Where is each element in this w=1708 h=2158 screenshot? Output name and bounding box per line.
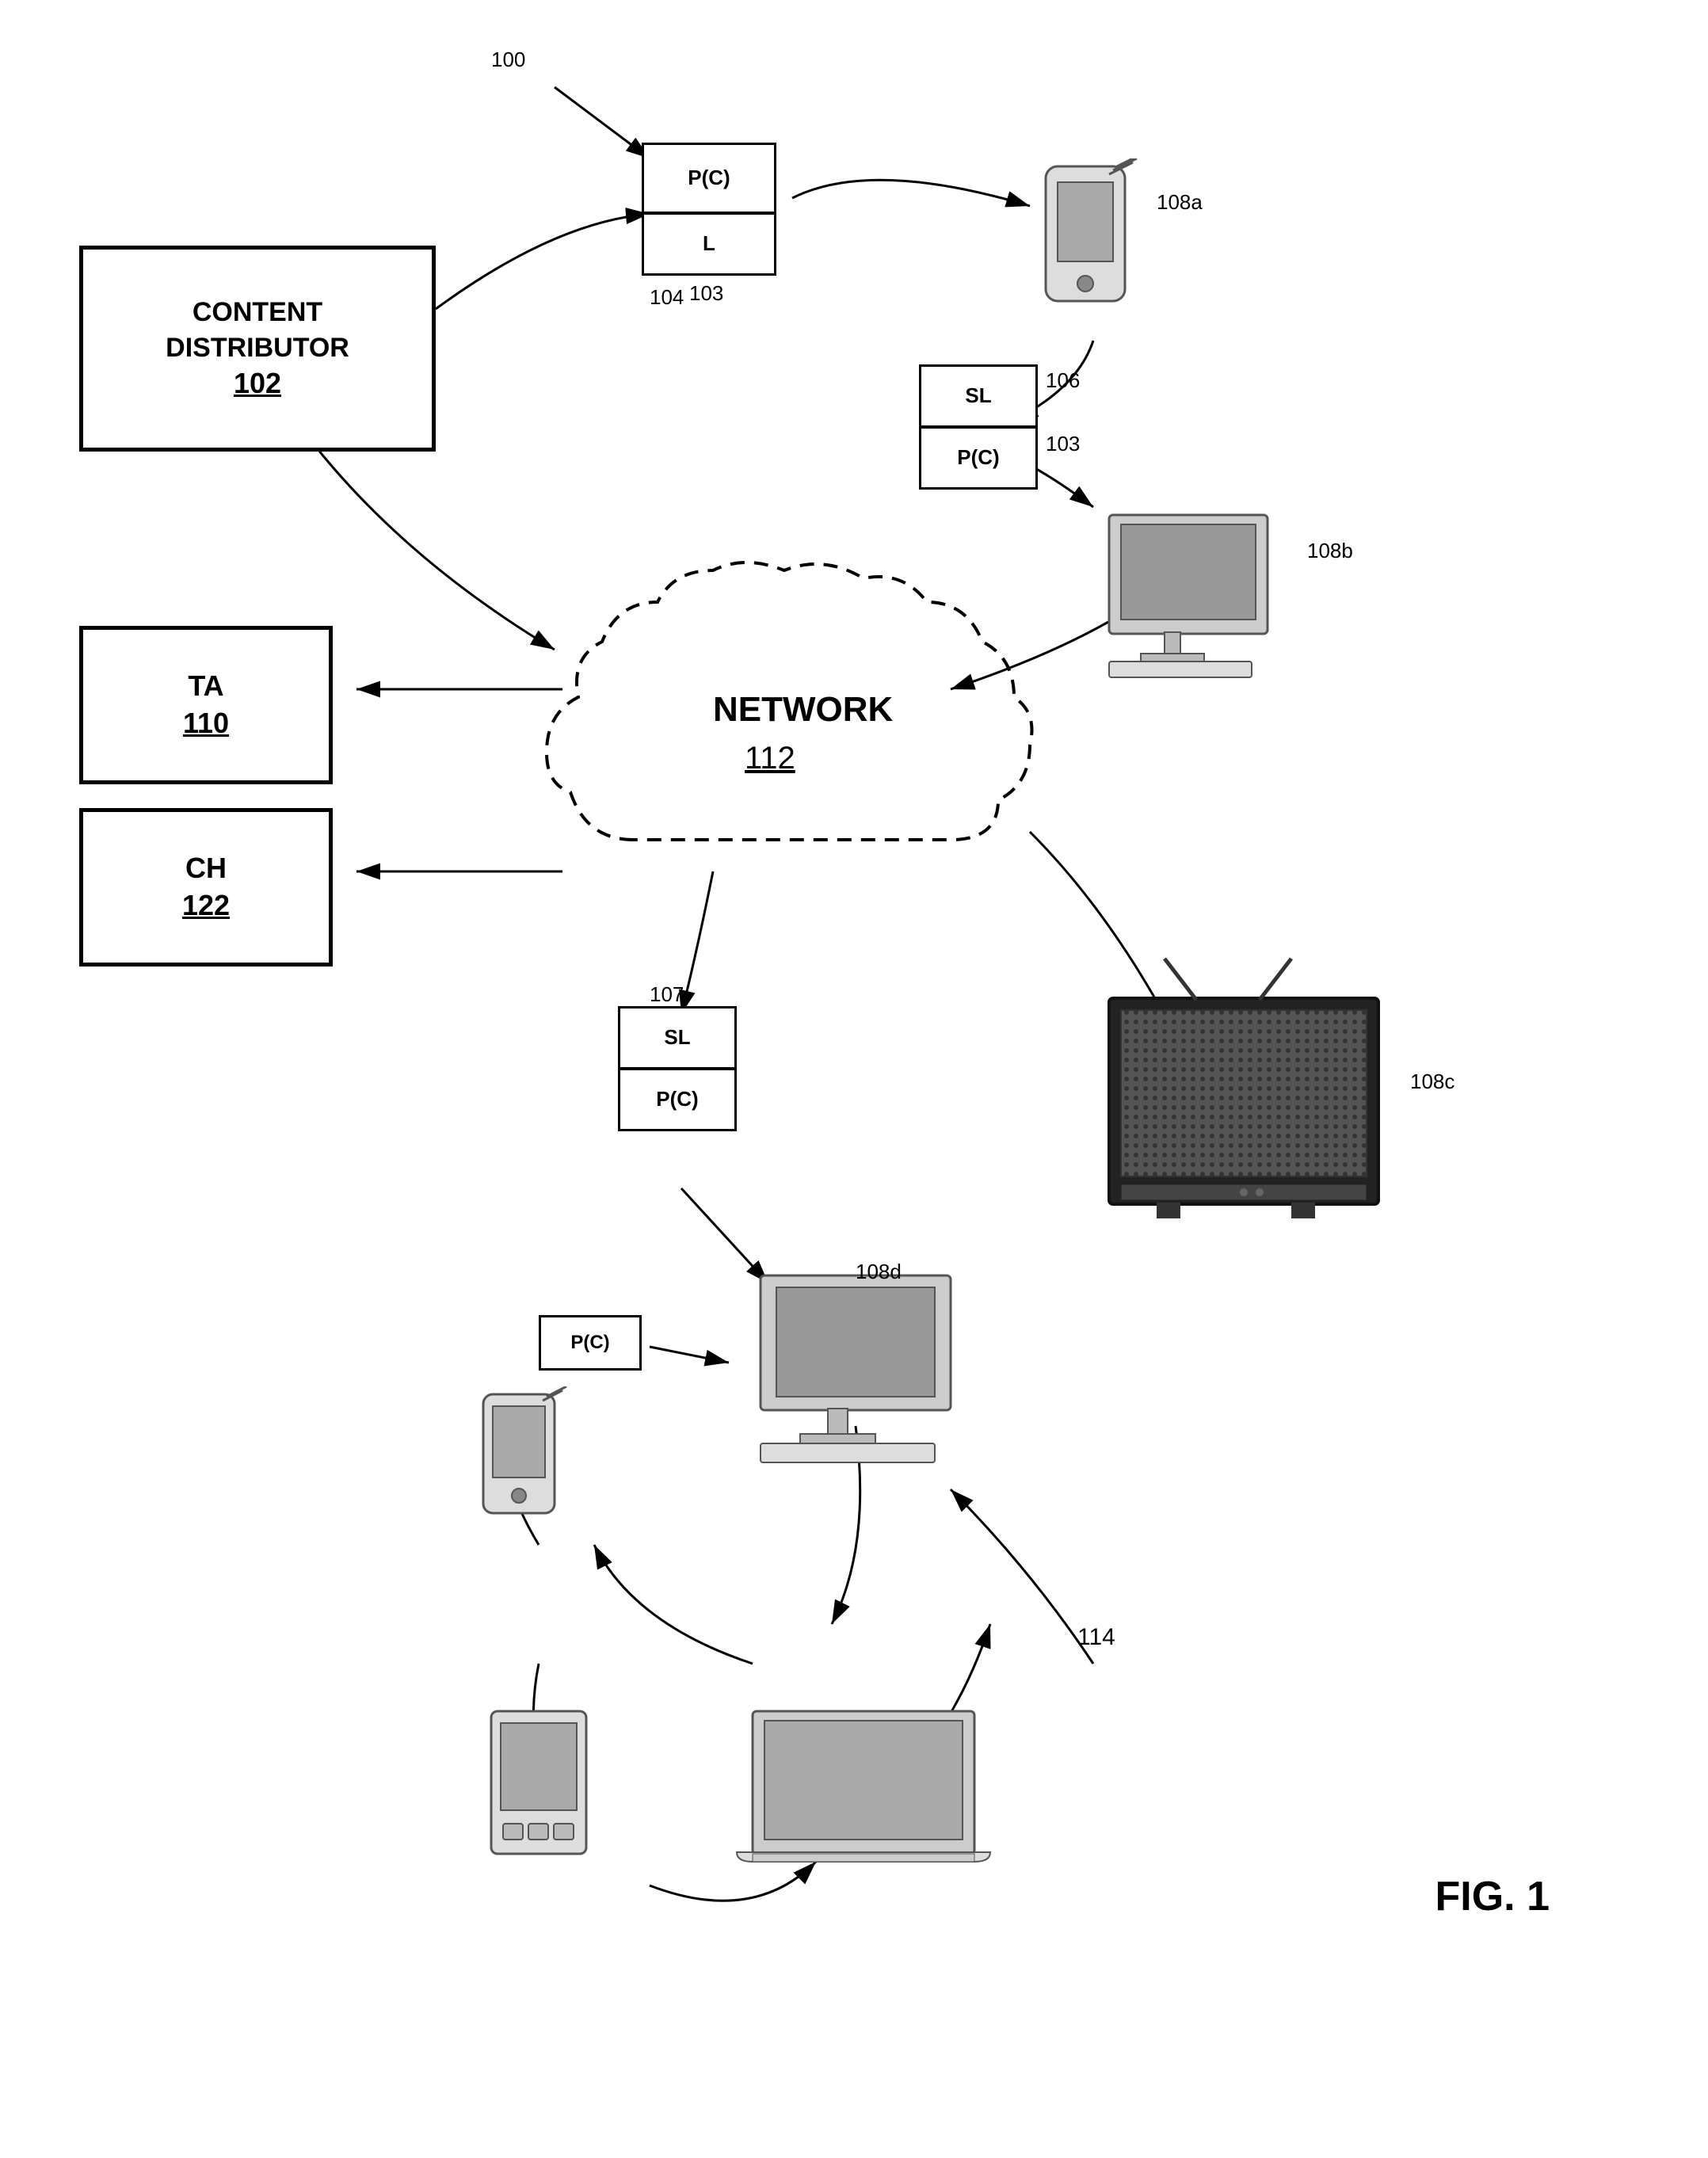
ref-108a: 108a xyxy=(1157,190,1203,215)
ref-103a: 103 xyxy=(689,281,723,306)
computer-108b-icon xyxy=(1093,507,1299,681)
l-box-top: L xyxy=(642,212,776,276)
tv-108c-icon xyxy=(1093,951,1394,1252)
ref-108d: 108d xyxy=(856,1260,902,1284)
ref-103b: 103 xyxy=(1046,432,1080,456)
content-distributor-box: CONTENT DISTRIBUTOR 102 xyxy=(79,246,436,452)
svg-text:NETWORK: NETWORK xyxy=(713,690,894,729)
pc-box-top: P(C) xyxy=(642,143,776,214)
ref-100: 100 xyxy=(491,48,525,72)
pc-box-right: P(C) xyxy=(919,426,1038,490)
ref-108b: 108b xyxy=(1307,539,1353,563)
diagram: 100 P(C) L 103 104 CONTENT DISTRIBUTOR 1… xyxy=(0,0,1708,2158)
pda-icon xyxy=(475,1703,602,1878)
ref-114: 114 xyxy=(1077,1624,1115,1651)
ref-106: 106 xyxy=(1046,368,1080,393)
mobile-108a-icon xyxy=(1022,158,1149,333)
sl-box-right: SL xyxy=(919,364,1038,428)
ch-box: CH 122 xyxy=(79,808,333,967)
mobile-small-icon xyxy=(467,1386,570,1529)
fig-label: FIG. 1 xyxy=(1435,1873,1550,1920)
computer-108d-icon xyxy=(745,1268,982,1474)
ref-108c: 108c xyxy=(1410,1069,1454,1094)
laptop-icon xyxy=(729,1703,998,1893)
pc-box-floating: P(C) xyxy=(539,1315,642,1371)
network-cloud: NETWORK 112 xyxy=(539,539,1054,935)
ta-box: TA 110 xyxy=(79,626,333,784)
pc-box-107: P(C) xyxy=(618,1068,737,1131)
ref-107: 107 xyxy=(650,982,684,1007)
sl-box-107: SL xyxy=(618,1006,737,1069)
ref-104: 104 xyxy=(650,285,684,310)
svg-text:112: 112 xyxy=(745,741,795,776)
